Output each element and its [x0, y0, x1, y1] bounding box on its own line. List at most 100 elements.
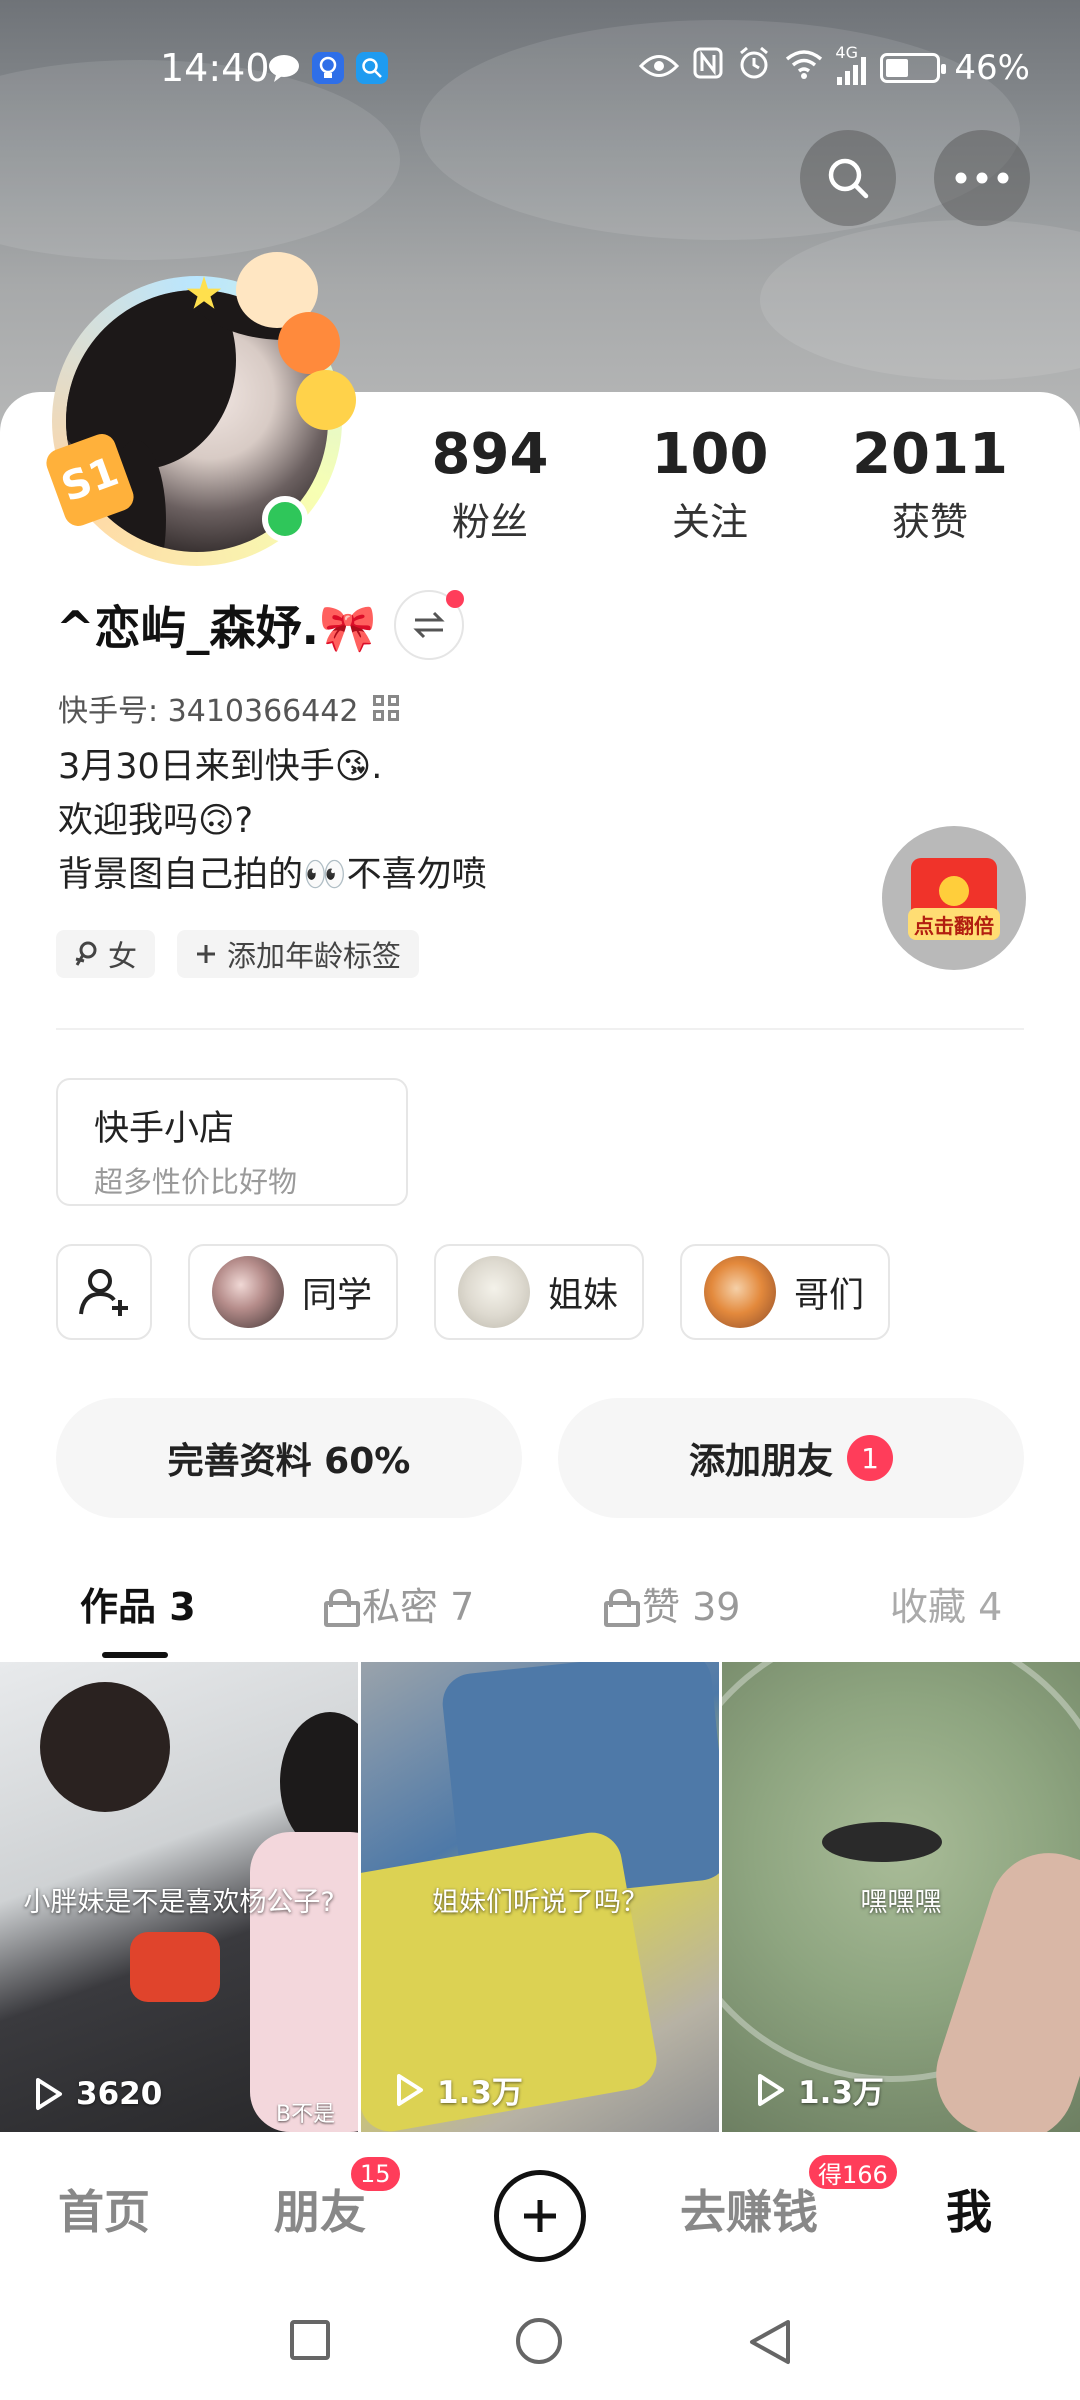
profile-actions: 完善资料 60% 添加朋友 1 — [56, 1398, 1024, 1518]
earn-badge: 得166 — [806, 2152, 900, 2192]
group-sisters[interactable]: 姐妹 — [434, 1244, 644, 1340]
kuaishou-id-row[interactable]: 快手号: 3410366442 — [58, 686, 399, 730]
swap-arrows-icon — [413, 611, 445, 639]
button-label: 添加朋友 — [688, 1441, 833, 1482]
tab-label: 赞 39 — [642, 1585, 741, 1629]
eye-icon — [639, 48, 680, 88]
tab-label: 私密 7 — [362, 1585, 475, 1629]
video-thumbnail[interactable]: 嘿嘿嘿 1.3万 — [722, 1662, 1080, 2132]
more-dots-icon — [955, 172, 1009, 184]
chat-bubble-icon — [268, 52, 300, 84]
stat-followers[interactable]: 894 粉丝 — [380, 422, 600, 546]
lock-icon — [604, 1588, 640, 1627]
group-avatar — [704, 1256, 776, 1328]
wifi-icon — [785, 48, 823, 88]
back-button[interactable] — [748, 2318, 792, 2366]
more-options-button[interactable] — [934, 130, 1030, 226]
tag-label: 女 — [108, 939, 138, 973]
tab-label: 收藏 4 — [890, 1585, 1003, 1629]
video-corner-text: B不是 — [276, 2102, 336, 2127]
add-friend-button[interactable]: 添加朋友 1 — [558, 1398, 1024, 1518]
status-notification-icons — [268, 52, 388, 84]
tab-private[interactable]: 私密 7 — [324, 1576, 474, 1631]
bio-line: 背景图自己拍的👀不喜勿喷 — [58, 855, 487, 895]
video-thumbnail[interactable]: 小胖妹是不是喜欢杨公子? 3620 B不是 — [0, 1662, 358, 2132]
complete-profile-button[interactable]: 完善资料 60% — [56, 1398, 522, 1518]
nickname[interactable]: ^恋屿_森妤.🎀 — [56, 592, 376, 658]
tab-likes[interactable]: 赞 39 — [604, 1576, 740, 1631]
tab-label: 作品 3 — [80, 1585, 196, 1629]
stat-following[interactable]: 100 关注 — [600, 422, 820, 546]
qr-code-icon[interactable] — [372, 695, 399, 721]
tab-favorites[interactable]: 收藏 4 — [890, 1576, 1002, 1631]
play-icon — [397, 2073, 423, 2106]
bio: 3月30日来到快手😘. 欢迎我吗🙃? 背景图自己拍的👀不喜勿喷 — [58, 740, 487, 902]
friend-groups: 同学 姐妹 哥们 — [56, 1244, 890, 1340]
play-count: 1.3万 — [756, 2067, 884, 2112]
bio-line: 3月30日来到快手😘. — [58, 747, 383, 787]
stat-likes[interactable]: 2011 获赞 — [820, 422, 1040, 546]
button-label: 完善资料 60% — [167, 1441, 411, 1482]
video-caption: 嘿嘿嘿 — [860, 1887, 942, 1918]
status-system-icons: 4G 46% — [639, 43, 1030, 89]
notification-dot — [446, 590, 465, 608]
add-friend-group-button[interactable] — [56, 1244, 152, 1340]
cellular-signal-icon: 4G — [835, 43, 867, 85]
system-navigation-bar — [0, 2280, 1080, 2400]
divider — [56, 1028, 1024, 1030]
alarm-icon — [737, 46, 771, 89]
female-icon — [75, 941, 97, 966]
recent-apps-button[interactable] — [290, 2320, 330, 2360]
active-tab-indicator — [102, 1652, 168, 1658]
search-button[interactable] — [800, 130, 896, 226]
stat-label: 获赞 — [891, 500, 968, 544]
group-brothers[interactable]: 哥们 — [680, 1244, 890, 1340]
create-post-button[interactable] — [494, 2170, 586, 2262]
group-avatar — [458, 1256, 530, 1328]
kuaishou-shop-card[interactable]: 快手小店 超多性价比好物 — [56, 1078, 408, 1206]
nfc-icon — [693, 47, 723, 88]
group-classmates[interactable]: 同学 — [188, 1244, 398, 1340]
home-button[interactable] — [516, 2318, 562, 2364]
online-status-dot — [262, 496, 308, 542]
nav-earn[interactable]: 去赚钱 — [680, 2176, 818, 2242]
group-label: 姐妹 — [548, 1275, 619, 1316]
group-label: 同学 — [302, 1275, 373, 1316]
group-label: 哥们 — [794, 1275, 865, 1316]
battery-percent: 46% — [954, 47, 1030, 88]
video-grid: 小胖妹是不是喜欢杨公子? 3620 B不是 姐妹们听说了吗？ 1.3万 嘿嘿嘿 … — [0, 1662, 1080, 2132]
red-packet-label: 点击翻倍 — [908, 908, 1000, 940]
shop-title: 快手小店 — [94, 1109, 235, 1149]
nav-me[interactable]: 我 — [946, 2176, 992, 2242]
status-bar: 14:40 4G 46% — [0, 0, 1080, 140]
search-app-icon — [356, 52, 388, 84]
play-icon — [36, 2078, 62, 2110]
video-caption: 姐妹们听说了吗？ — [432, 1887, 648, 1918]
play-count: 1.3万 — [395, 2067, 523, 2112]
nav-home[interactable]: 首页 — [58, 2176, 150, 2242]
search-icon — [828, 158, 869, 199]
play-icon — [758, 2073, 784, 2106]
stat-value: 894 — [431, 422, 549, 487]
stat-label: 关注 — [671, 500, 748, 544]
bottom-navigation: 首页 朋友 15 去赚钱 得166 我 — [0, 2132, 1080, 2280]
tab-works[interactable]: 作品 3 — [80, 1576, 196, 1631]
add-age-tag-button[interactable]: 添加年龄标签 — [177, 930, 420, 978]
avatar-decoration-balloon — [278, 312, 340, 374]
gender-tag[interactable]: 女 — [56, 930, 156, 978]
red-packet-button[interactable]: 点击翻倍 — [882, 826, 1026, 970]
bulb-app-icon — [312, 52, 344, 84]
avatar-decoration-balloon — [296, 370, 356, 430]
shop-subtitle: 超多性价比好物 — [94, 1165, 298, 1199]
group-avatar — [212, 1256, 284, 1328]
play-count: 3620 — [34, 2076, 162, 2112]
lock-icon — [324, 1588, 360, 1627]
video-caption: 小胖妹是不是喜欢杨公子? — [23, 1887, 335, 1918]
switch-account-button[interactable] — [394, 590, 465, 660]
nickname-row: ^恋屿_森妤.🎀 — [56, 590, 465, 660]
stat-value: 100 — [651, 422, 769, 487]
kuaishou-id: 快手号: 3410366442 — [58, 694, 359, 729]
add-person-icon — [79, 1269, 128, 1316]
battery-icon — [880, 52, 947, 83]
video-thumbnail[interactable]: 姐妹们听说了吗？ 1.3万 — [361, 1662, 719, 2132]
